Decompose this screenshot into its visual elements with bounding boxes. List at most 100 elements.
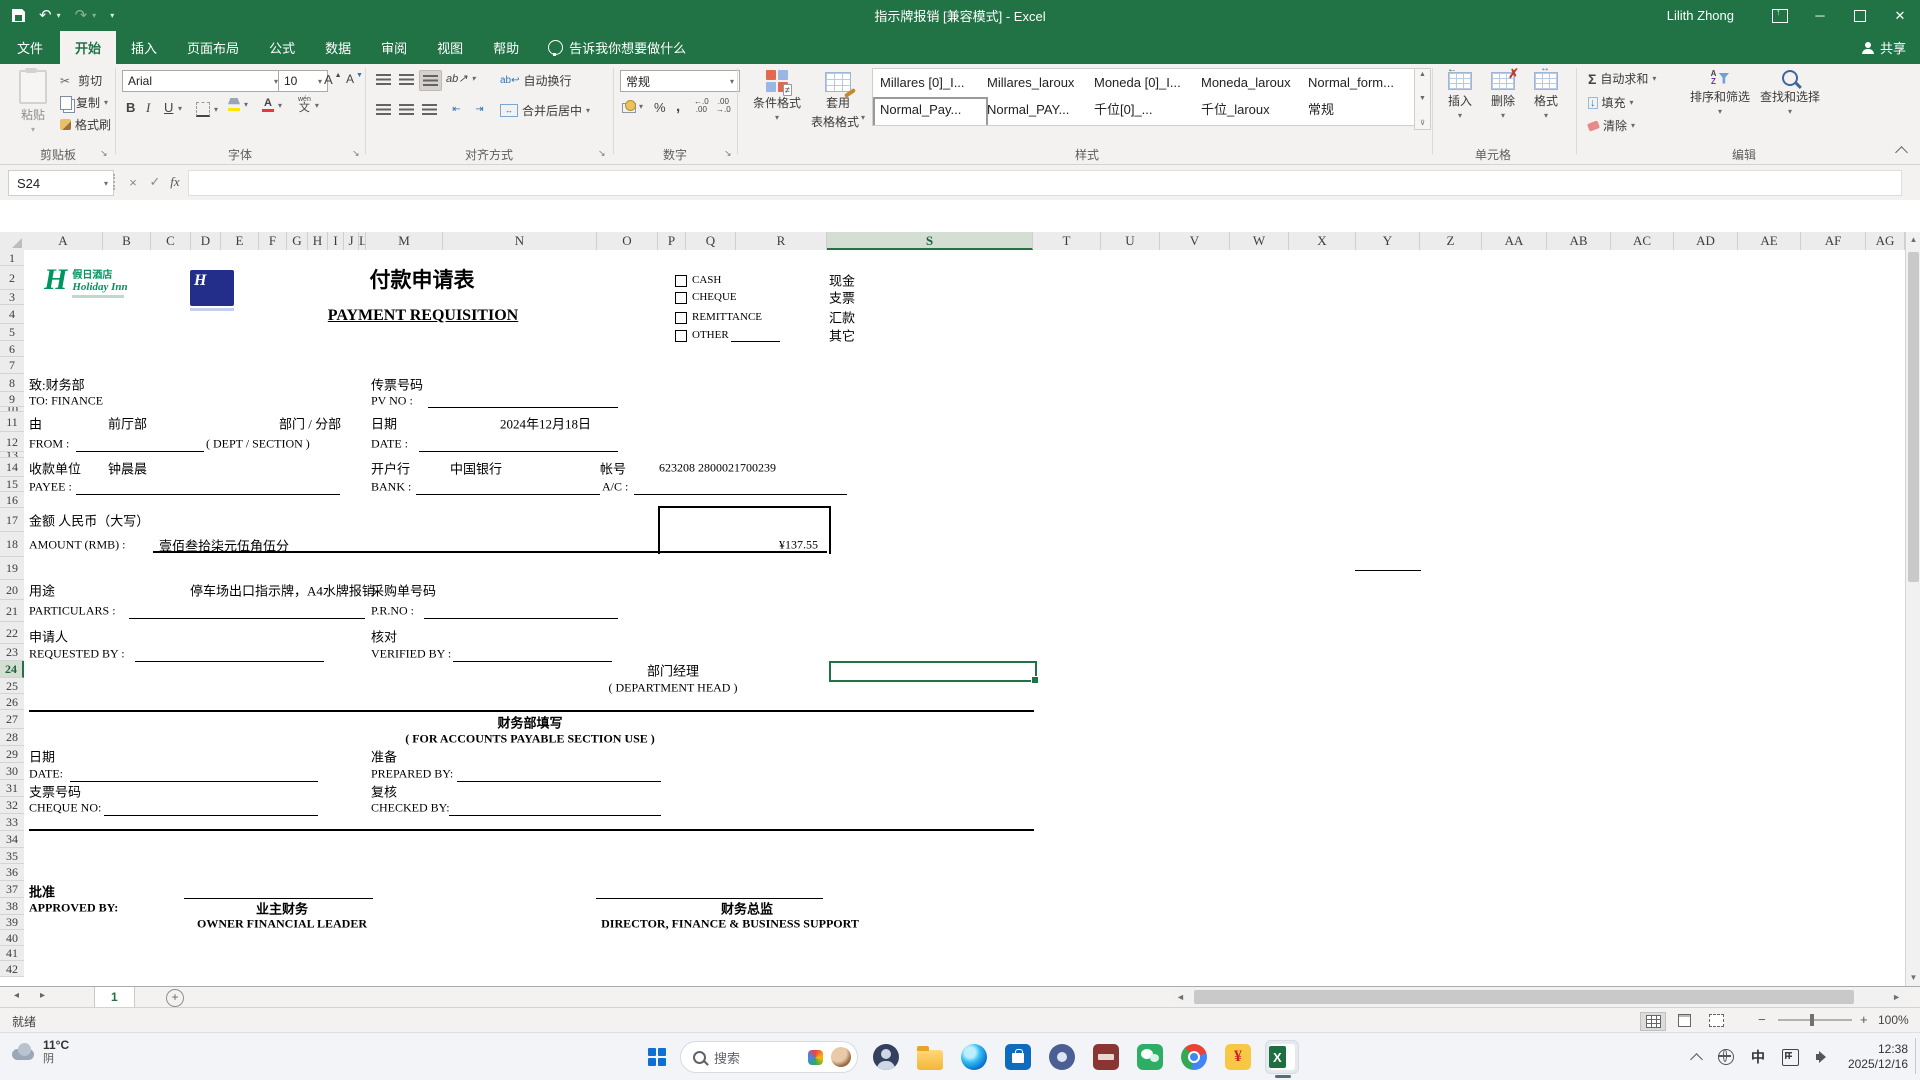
- row-header-12[interactable]: 12: [0, 432, 24, 452]
- shrink-font-button[interactable]: A ▼: [346, 72, 363, 87]
- comma-button[interactable]: ,: [676, 98, 680, 115]
- share-button[interactable]: 共享: [1861, 31, 1906, 64]
- vertical-scroll-thumb[interactable]: [1908, 252, 1919, 582]
- ime-mode-icon[interactable]: [1781, 1048, 1799, 1066]
- column-header-M[interactable]: M: [366, 232, 443, 250]
- row-header-22[interactable]: 22: [0, 622, 24, 644]
- decrease-indent-button[interactable]: ⇤: [446, 100, 467, 119]
- column-header-R[interactable]: R: [736, 232, 827, 250]
- column-header-E[interactable]: E: [221, 232, 259, 250]
- network-icon[interactable]: [1717, 1049, 1734, 1065]
- zoom-out-icon[interactable]: −: [1758, 1012, 1766, 1027]
- taskbar-app-mail[interactable]: [1089, 1040, 1123, 1074]
- ime-language-indicator[interactable]: 中: [1751, 1047, 1765, 1067]
- collapse-ribbon-icon[interactable]: [1895, 146, 1908, 159]
- cell-style-9[interactable]: 千位_laroux: [1194, 97, 1307, 123]
- column-header-T[interactable]: T: [1033, 232, 1101, 250]
- underline-button[interactable]: U: [164, 100, 173, 115]
- column-header-B[interactable]: B: [103, 232, 151, 250]
- cell-style-2[interactable]: Millares_laroux: [980, 70, 1093, 96]
- row-header-18[interactable]: 18: [0, 532, 24, 557]
- align-left-button[interactable]: [373, 100, 394, 119]
- cell-style-8[interactable]: 千位[0]_...: [1087, 97, 1200, 123]
- taskbar-app-excel[interactable]: [1265, 1040, 1299, 1078]
- cell-style-4[interactable]: Moneda_laroux: [1194, 70, 1307, 96]
- insert-cells-button[interactable]: 插入▾: [1440, 64, 1480, 120]
- increase-decimal-button[interactable]: ←.0.00: [694, 98, 709, 114]
- row-header-34[interactable]: 34: [0, 831, 24, 848]
- formula-input[interactable]: [188, 170, 1902, 196]
- column-header-D[interactable]: D: [191, 232, 221, 250]
- column-header-I[interactable]: I: [328, 232, 344, 250]
- zoom-slider-knob[interactable]: [1810, 1014, 1814, 1026]
- paste-button[interactable]: 粘贴 ▾: [10, 68, 56, 134]
- scroll-down-icon[interactable]: ▼: [1906, 970, 1920, 986]
- row-header-16[interactable]: 16: [0, 492, 24, 508]
- align-center-button[interactable]: [396, 100, 417, 119]
- cell-style-10[interactable]: 常规: [1301, 97, 1414, 123]
- row-header-31[interactable]: 31: [0, 780, 24, 797]
- format-cells-button[interactable]: 格式▾: [1526, 63, 1566, 120]
- row-header-30[interactable]: 30: [0, 763, 24, 780]
- row-header-15[interactable]: 15: [0, 477, 24, 492]
- row-header-2[interactable]: 2: [0, 266, 24, 290]
- tab-view[interactable]: 视图: [422, 31, 478, 64]
- fill-color-button[interactable]: ▾: [228, 98, 248, 111]
- show-desktop-button[interactable]: [1915, 1038, 1920, 1074]
- sheet-tab-1[interactable]: 1: [94, 987, 135, 1007]
- sheet-canvas[interactable]: [24, 250, 1905, 986]
- insert-function-icon[interactable]: fx: [164, 170, 186, 194]
- align-bottom-button[interactable]: [419, 70, 442, 91]
- search-box[interactable]: 搜索: [680, 1041, 858, 1073]
- row-header-5[interactable]: 5: [0, 324, 24, 341]
- column-header-Y[interactable]: Y: [1356, 232, 1420, 250]
- row-header-24[interactable]: 24: [0, 661, 24, 678]
- row-header-39[interactable]: 39: [0, 915, 24, 930]
- column-header-F[interactable]: F: [259, 232, 287, 250]
- cell-style-7[interactable]: Normal_PAY...: [980, 97, 1093, 123]
- tab-scroll-left-icon[interactable]: ◂: [14, 990, 19, 1001]
- speaker-icon[interactable]: [1815, 1051, 1831, 1063]
- column-header-AG[interactable]: AG: [1866, 232, 1905, 250]
- row-header-4[interactable]: 4: [0, 305, 24, 324]
- tab-review[interactable]: 审阅: [366, 31, 422, 64]
- taskbar-app-stocks[interactable]: ¥: [1221, 1040, 1255, 1074]
- scroll-left-icon[interactable]: ◄: [1176, 992, 1185, 1002]
- row-header-25[interactable]: 25: [0, 678, 24, 694]
- column-header-A[interactable]: A: [24, 232, 103, 250]
- tab-page-layout[interactable]: 页面布局: [172, 31, 254, 64]
- row-header-20[interactable]: 20: [0, 580, 24, 600]
- column-header-H[interactable]: H: [308, 232, 328, 250]
- row-header-3[interactable]: 3: [0, 290, 24, 305]
- column-header-Z[interactable]: Z: [1420, 232, 1482, 250]
- row-header-9[interactable]: 9: [0, 392, 24, 407]
- bold-button[interactable]: B: [126, 100, 135, 115]
- close-button[interactable]: ✕: [1880, 0, 1920, 31]
- column-header-J[interactable]: J: [344, 232, 359, 250]
- row-header-42[interactable]: 42: [0, 961, 24, 977]
- taskbar-app-wechat[interactable]: [1133, 1040, 1167, 1074]
- row-header-28[interactable]: 28: [0, 729, 24, 746]
- row-header-6[interactable]: 6: [0, 341, 24, 357]
- column-header-U[interactable]: U: [1101, 232, 1160, 250]
- cell-style-6[interactable]: Normal_Pay...: [873, 97, 988, 125]
- column-header-AF[interactable]: AF: [1801, 232, 1866, 250]
- row-header-19[interactable]: 19: [0, 557, 24, 580]
- clipboard-dialog-launcher[interactable]: ↘: [100, 148, 110, 158]
- row-header-37[interactable]: 37: [0, 881, 24, 898]
- underline-dropdown[interactable]: ▾: [178, 104, 182, 113]
- grow-font-button[interactable]: A ▲: [324, 72, 342, 87]
- taskbar-app-contact[interactable]: [869, 1040, 903, 1074]
- autosum-button[interactable]: Σ 自动求和 ▾: [1588, 70, 1656, 87]
- row-header-40[interactable]: 40: [0, 930, 24, 946]
- row-header-26[interactable]: 26: [0, 694, 24, 710]
- zoom-slider[interactable]: [1778, 1019, 1852, 1021]
- fill-button[interactable]: ↓ 填充 ▾: [1588, 94, 1634, 111]
- tab-help[interactable]: 帮助: [478, 31, 534, 64]
- start-button[interactable]: [648, 1048, 666, 1066]
- account-name[interactable]: Lilith Zhong: [1667, 8, 1734, 23]
- taskbar-app-chrome[interactable]: [1177, 1040, 1211, 1074]
- minimize-button[interactable]: ─: [1800, 0, 1840, 31]
- decrease-decimal-button[interactable]: .00 →.0: [716, 98, 731, 114]
- column-header-O[interactable]: O: [597, 232, 658, 250]
